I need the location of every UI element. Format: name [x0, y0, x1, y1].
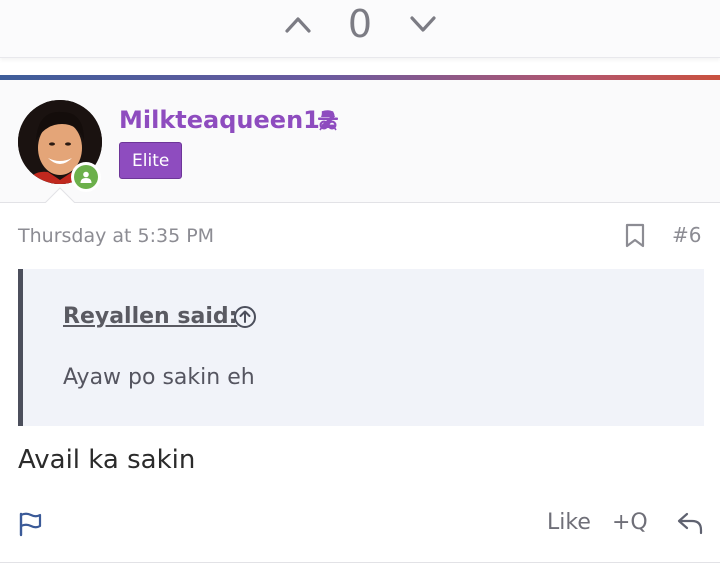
bookmark-button[interactable]	[624, 223, 646, 253]
chevron-down-icon	[410, 16, 436, 32]
multi-quote-button[interactable]: +Q	[612, 510, 648, 535]
user-header: Milkteaqueen12 Elite	[0, 80, 720, 203]
post-number-link[interactable]: #6	[672, 223, 701, 247]
jump-to-quote-icon[interactable]	[233, 305, 257, 329]
chevron-up-icon	[285, 17, 311, 33]
vote-count: 0	[347, 2, 373, 46]
upvote-button[interactable]	[283, 10, 313, 38]
username-link[interactable]: Milkteaqueen12	[119, 106, 337, 134]
user-icon	[80, 171, 92, 183]
reply-button[interactable]	[676, 509, 704, 541]
post-body: Avail ka sakin	[18, 445, 196, 475]
user-header-pointer	[44, 187, 76, 204]
flag-icon	[19, 512, 42, 537]
incognito-icon	[318, 111, 338, 131]
user-rank-badge: Elite	[119, 142, 183, 179]
reply-icon	[677, 512, 703, 535]
like-button[interactable]: Like	[547, 510, 591, 535]
report-button[interactable]	[18, 511, 44, 541]
quote-block: Reyallen said: Ayaw po sakin eh	[18, 269, 704, 426]
quote-text: Ayaw po sakin eh	[63, 365, 255, 390]
downvote-button[interactable]	[408, 10, 438, 38]
post-bottom-divider	[0, 562, 720, 563]
quote-author-link[interactable]: Reyallen said:	[63, 304, 237, 329]
vote-bar: 0	[0, 0, 720, 58]
bookmark-icon	[625, 223, 645, 248]
post-timestamp[interactable]: Thursday at 5:35 PM	[18, 225, 214, 247]
